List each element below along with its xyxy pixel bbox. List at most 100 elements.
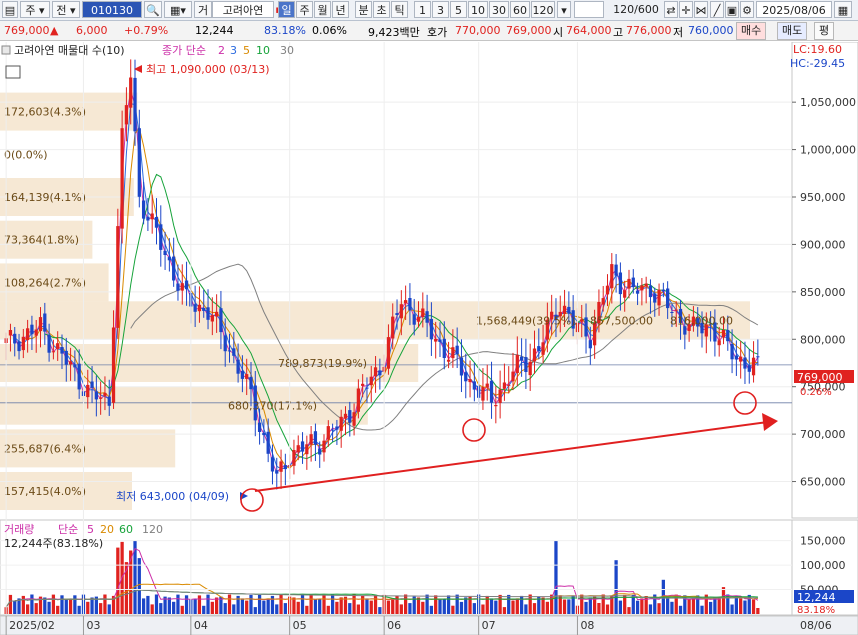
volume-bar	[678, 605, 683, 614]
interval-custom-input[interactable]	[574, 1, 604, 18]
volume-bar	[627, 607, 631, 614]
candle-body	[627, 278, 631, 289]
volume-bar	[644, 596, 648, 614]
volume-bar	[283, 603, 287, 614]
candle-body	[498, 389, 502, 403]
candle-body	[605, 285, 610, 295]
volume-bar	[180, 605, 184, 614]
candle-body	[150, 213, 154, 220]
period-week-tab[interactable]: 주	[296, 1, 313, 18]
open-price: 764,000	[566, 24, 612, 37]
chart-type-select[interactable]: ▦▾	[164, 1, 192, 18]
interval-3[interactable]: 3	[432, 1, 449, 18]
stock-chart[interactable]: 172,603(4.3%) 0(0.0%) 164,139(4.1%) 73,364(…	[0, 42, 858, 635]
volume-bar	[68, 599, 73, 614]
period-day-tab[interactable]: 일	[278, 1, 295, 18]
interval-10[interactable]: 10	[468, 1, 488, 18]
zoom-in-icon[interactable]: ⇄	[664, 1, 678, 18]
type-select[interactable]: 거	[194, 1, 212, 18]
volume-bar	[210, 601, 214, 614]
candle-body	[369, 376, 373, 386]
table-toggle-icon[interactable]	[5, 65, 21, 79]
candle-body	[335, 426, 339, 430]
candle-body	[584, 317, 588, 337]
volume-axis-label: 100,000	[800, 559, 846, 572]
interval-120[interactable]: 120	[531, 1, 555, 18]
volume-bar	[687, 599, 691, 614]
candle-body	[412, 314, 416, 325]
scope-select[interactable]: 전 ▾	[52, 1, 80, 18]
bid-price: 769,000	[506, 24, 552, 37]
volume-bar	[56, 605, 60, 614]
period-tick-tab[interactable]: 틱	[391, 1, 408, 18]
candle-body	[515, 355, 519, 373]
interval-1[interactable]: 1	[414, 1, 431, 18]
candle-body	[339, 416, 343, 431]
candle-body	[391, 316, 395, 339]
volume-bar	[524, 604, 528, 614]
interval-60[interactable]: 60	[510, 1, 530, 18]
date-field[interactable]: 2025/08/06	[756, 1, 832, 18]
volume-axis-label: 150,000	[800, 535, 846, 548]
market-select[interactable]: 주 ▾	[20, 1, 50, 18]
candle-body	[167, 257, 171, 261]
candle-body	[653, 293, 657, 303]
period-minute-tab[interactable]: 분	[355, 1, 372, 18]
stock-name-field[interactable]: 고려아연	[212, 1, 274, 18]
pattern-icon[interactable]: ⋈	[694, 1, 708, 18]
price-axis-label: 700,000	[800, 428, 846, 441]
cursor-icon[interactable]: ✛	[679, 1, 693, 18]
candle-body	[94, 391, 98, 400]
price-axis-label: 800,000	[800, 333, 846, 346]
save-icon[interactable]: ▣	[725, 1, 739, 18]
interval-5[interactable]: 5	[450, 1, 467, 18]
buy-button[interactable]: 매수	[736, 22, 767, 40]
candle-body	[464, 372, 468, 382]
period-month-tab[interactable]: 월	[314, 1, 331, 18]
volume-bar	[159, 603, 163, 614]
period-year-tab[interactable]: 년	[332, 1, 349, 18]
candle-body	[644, 283, 648, 287]
volume-bar	[51, 594, 56, 614]
volume-bar	[107, 604, 111, 614]
stock-code-input[interactable]: 010130	[82, 1, 142, 18]
candle-body	[717, 340, 721, 346]
pane-menu-icon[interactable]	[1, 45, 11, 55]
candle-body	[403, 300, 408, 304]
candle-body	[421, 308, 425, 318]
volume-bar	[300, 594, 305, 614]
volume-bar	[275, 604, 279, 614]
gear-icon[interactable]: ⚙	[740, 1, 754, 18]
volume-bar	[464, 597, 468, 614]
candle-body	[111, 327, 116, 403]
volume-bar	[399, 604, 403, 614]
draw-icon[interactable]: ╱	[710, 1, 724, 18]
volume-bar	[498, 594, 502, 614]
volume-bar	[391, 598, 395, 614]
volume-profile-label: 0(0.0%)	[4, 148, 48, 161]
volume-bar	[657, 603, 661, 614]
period-second-tab[interactable]: 초	[373, 1, 390, 18]
volume-profile-label: 172,603(4.3%)	[4, 106, 86, 119]
window-menu-icon[interactable]: ▤	[2, 1, 18, 18]
candle-body	[348, 410, 352, 423]
volume-bar	[601, 594, 605, 614]
candle-body	[511, 371, 515, 382]
volume-bar	[670, 601, 674, 614]
candle-body	[481, 387, 485, 401]
interval-30[interactable]: 30	[489, 1, 509, 18]
candle-body	[373, 367, 378, 377]
sell-button[interactable]: 매도	[777, 22, 808, 40]
eval-button[interactable]: 평	[814, 22, 835, 40]
volume-legend-title: 거래량	[4, 523, 34, 536]
chart-toolbar: ▤ 주 ▾ 전 ▾ 010130 🔍 ▦▾ 거 고려아연 ▪ 일 주 월 년 분…	[0, 0, 858, 21]
interval-dropdown-icon[interactable]: ▾	[557, 1, 571, 18]
calendar-icon[interactable]: ▦	[834, 1, 852, 18]
candle-body	[399, 304, 403, 319]
search-icon[interactable]: 🔍	[144, 1, 162, 18]
volume-bar	[202, 605, 206, 614]
bid-label: 호가	[427, 26, 448, 39]
candle-body	[232, 348, 236, 356]
volume-bar	[756, 608, 760, 614]
price-change-pct: +0.79%	[124, 24, 169, 37]
